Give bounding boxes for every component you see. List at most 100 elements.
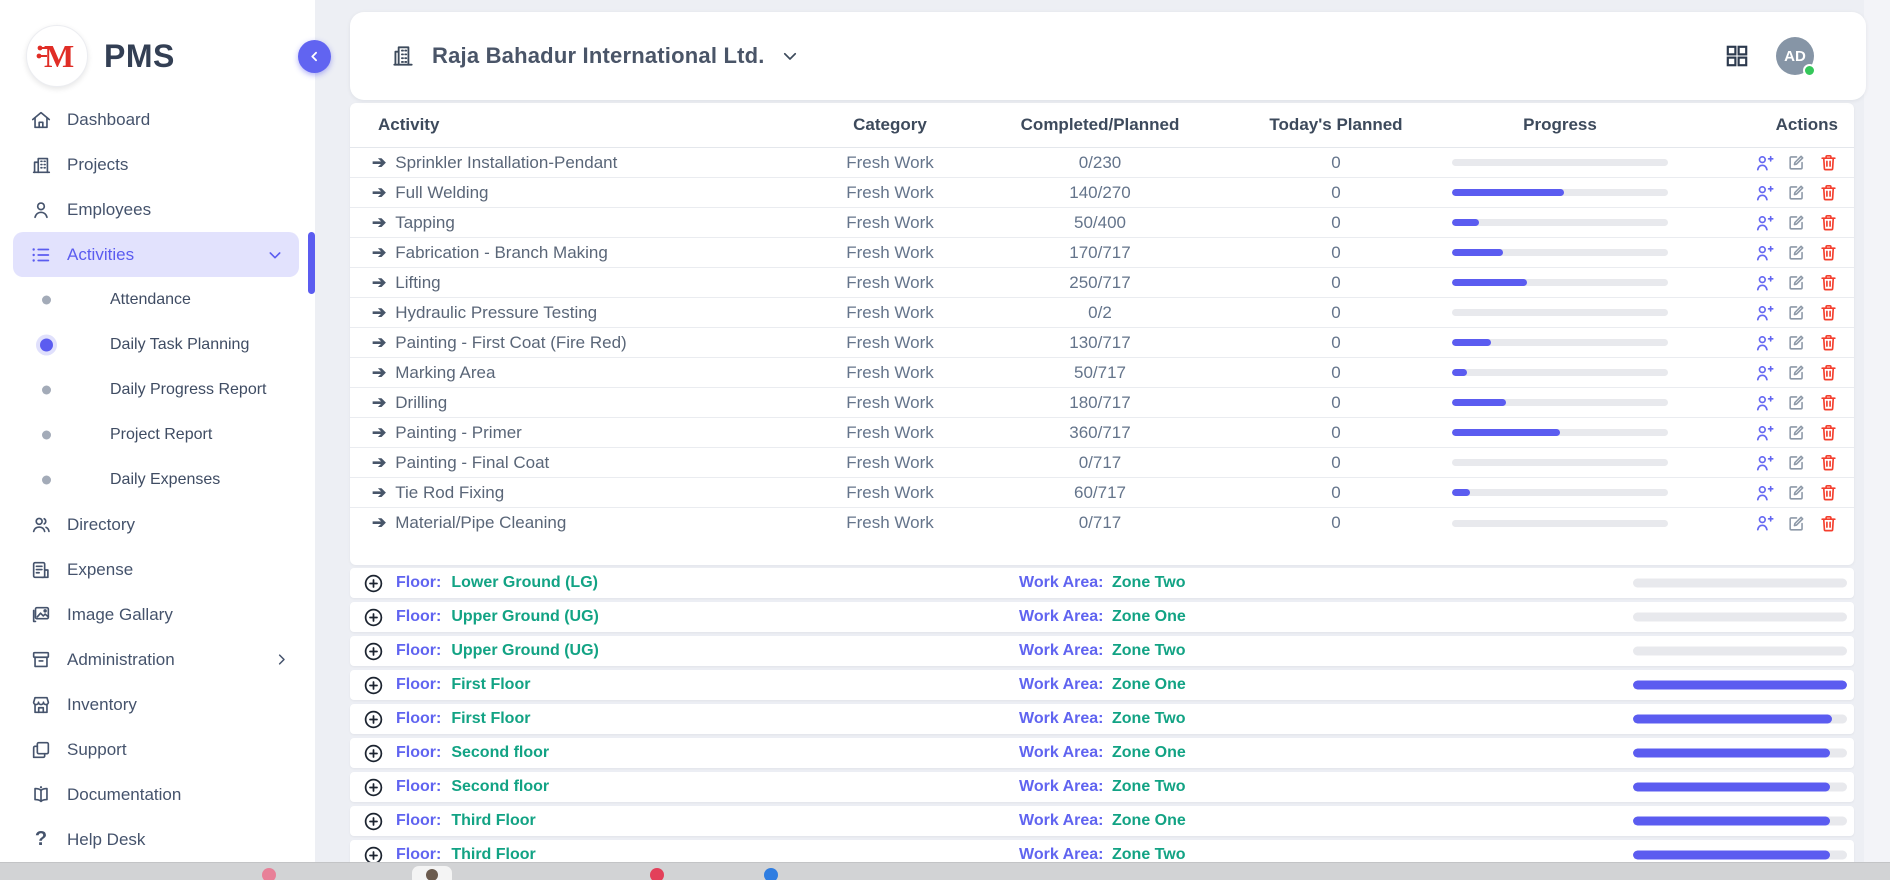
expand-floor-button[interactable] [363,811,384,832]
expand-floor-button[interactable] [363,607,384,628]
expand-floor-button[interactable] [363,641,384,662]
sidebar-item-inventory[interactable]: Inventory [0,682,315,727]
user-avatar[interactable]: AD [1776,37,1814,75]
assign-user-button[interactable] [1754,183,1774,203]
delete-button[interactable] [1819,393,1838,412]
assign-user-button[interactable] [1754,363,1774,383]
edit-button[interactable] [1787,183,1806,202]
todays-planned-cell: 0 [1220,273,1452,293]
edit-button[interactable] [1787,213,1806,232]
sidebar-subitem-project-report[interactable]: Project Report [0,412,315,457]
edit-button[interactable] [1787,153,1806,172]
sidebar-item-label: Activities [67,245,134,265]
expand-floor-button[interactable] [363,573,384,594]
sidebar-item-label: Image Gallary [67,605,173,625]
assign-user-button[interactable] [1754,333,1774,353]
delete-button[interactable] [1819,243,1838,262]
floor-rows: Floor: Lower Ground (LG) Work Area: Zone… [350,568,1854,874]
delete-button[interactable] [1819,514,1838,533]
delete-button[interactable] [1819,423,1838,442]
sidebar-collapse-button[interactable] [298,40,331,73]
actions-cell [1668,393,1854,413]
taskbar-dot-icon[interactable] [262,868,276,880]
col-header-progress: Progress [1452,115,1668,135]
delete-button[interactable] [1819,273,1838,292]
sidebar-item-employees[interactable]: Employees [0,187,315,232]
assign-user-button[interactable] [1754,213,1774,233]
delete-button[interactable] [1819,453,1838,472]
activity-cell: ➔ Lifting [350,273,800,293]
expand-floor-button[interactable] [363,743,384,764]
completed-planned-cell: 60/717 [980,483,1220,503]
work-area-label: Work Area: [1019,608,1103,626]
delete-button[interactable] [1819,213,1838,232]
sidebar-subitem-attendance[interactable]: Attendance [0,277,315,322]
assign-user-button[interactable] [1754,423,1774,443]
assign-user-button[interactable] [1754,483,1774,503]
assign-user-button[interactable] [1754,243,1774,263]
edit-button[interactable] [1787,333,1806,352]
sidebar-item-projects[interactable]: Projects [0,142,315,187]
assign-user-button[interactable] [1754,273,1774,293]
activity-name: Tie Rod Fixing [395,483,504,503]
delete-button[interactable] [1819,153,1838,172]
taskbar-dot-icon[interactable] [764,868,778,880]
assign-user-button[interactable] [1754,513,1774,533]
actions-cell [1668,363,1854,383]
edit-icon [1787,273,1806,292]
edit-button[interactable] [1787,423,1806,442]
floor-name: Second floor [451,744,549,762]
taskbar-app-icon[interactable] [412,866,452,880]
edit-button[interactable] [1787,453,1806,472]
person-plus-icon [1754,513,1774,533]
sidebar-item-documentation[interactable]: Documentation [0,772,315,817]
progress-bar [1452,369,1668,376]
delete-button[interactable] [1819,183,1838,202]
progress-cell [1452,459,1668,466]
trash-icon [1819,243,1838,262]
table-row: ➔ Hydraulic Pressure Testing Fresh Work … [350,298,1854,328]
sidebar-item-dashboard[interactable]: Dashboard [0,97,315,142]
sidebar-subitem-daily-progress-report[interactable]: Daily Progress Report [0,367,315,412]
delete-button[interactable] [1819,333,1838,352]
sidebar-item-support[interactable]: Support [0,727,315,772]
edit-button[interactable] [1787,483,1806,502]
expand-floor-button[interactable] [363,777,384,798]
progress-cell [1452,279,1668,286]
apps-grid-icon[interactable] [1724,43,1750,69]
company-name: Raja Bahadur International Ltd. [432,43,765,69]
expand-floor-button[interactable] [363,675,384,696]
edit-icon [1787,333,1806,352]
trash-icon [1819,153,1838,172]
subitem-label: Project Report [110,426,212,444]
sidebar-item-help-desk[interactable]: ? Help Desk [0,817,315,862]
assign-user-button[interactable] [1754,303,1774,323]
sidebar-item-directory[interactable]: Directory [0,502,315,547]
edit-button[interactable] [1787,514,1806,533]
sidebar-item-administration[interactable]: Administration [0,637,315,682]
sidebar-subitem-daily-task-planning[interactable]: Daily Task Planning [0,322,315,367]
edit-button[interactable] [1787,363,1806,382]
delete-button[interactable] [1819,303,1838,322]
edit-button[interactable] [1787,273,1806,292]
sidebar-subitem-daily-expenses[interactable]: Daily Expenses [0,457,315,502]
sidebar-item-image-gallary[interactable]: Image Gallary [0,592,315,637]
sidebar-item-expense[interactable]: Expense [0,547,315,592]
edit-button[interactable] [1787,303,1806,322]
taskbar-dot-icon[interactable] [650,868,664,880]
delete-button[interactable] [1819,363,1838,382]
table-row: ➔ Full Welding Fresh Work 140/270 0 [350,178,1854,208]
edit-button[interactable] [1787,243,1806,262]
expand-floor-button[interactable] [363,709,384,730]
sidebar-item-activities[interactable]: Activities [13,232,299,277]
person-plus-icon [1754,303,1774,323]
category-cell: Fresh Work [800,483,980,503]
assign-user-button[interactable] [1754,393,1774,413]
company-selector[interactable]: Raja Bahadur International Ltd. [390,43,799,69]
assign-user-button[interactable] [1754,153,1774,173]
delete-button[interactable] [1819,483,1838,502]
page-header: Raja Bahadur International Ltd. AD [350,12,1866,100]
scrollbar-track[interactable] [1864,0,1890,862]
edit-button[interactable] [1787,393,1806,412]
assign-user-button[interactable] [1754,453,1774,473]
